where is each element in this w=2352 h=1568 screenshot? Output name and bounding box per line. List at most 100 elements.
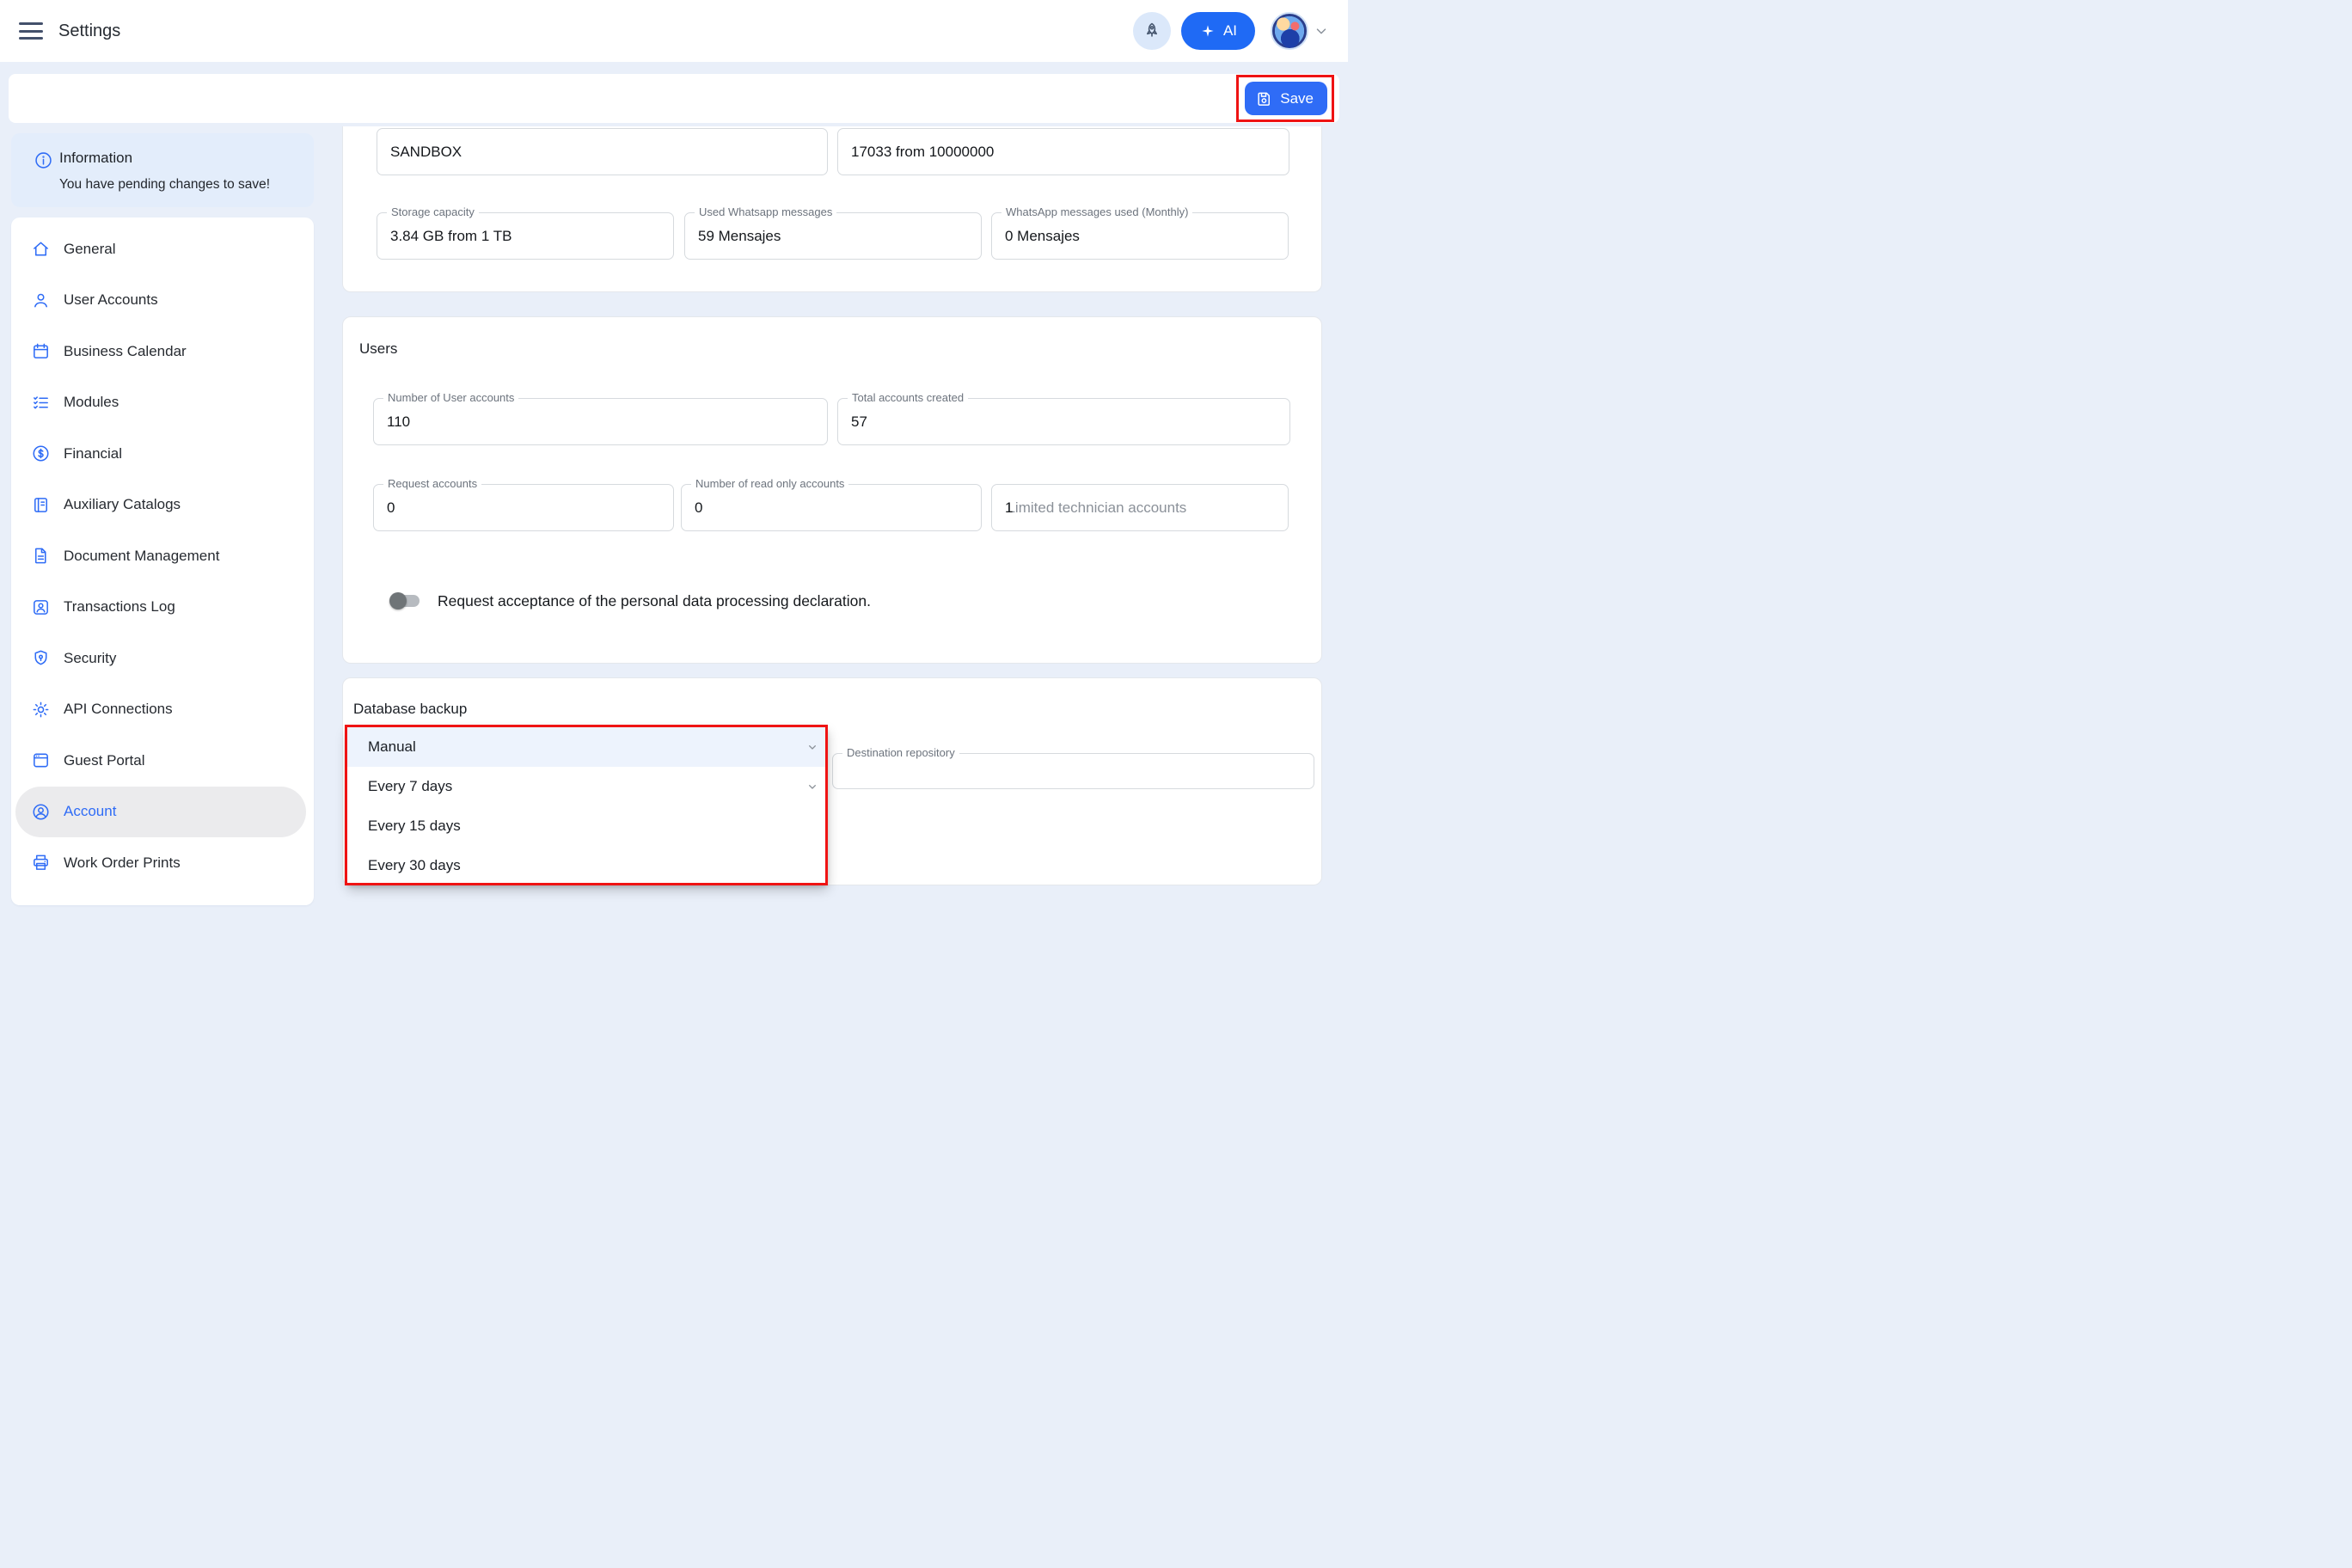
field-value: 57 — [851, 413, 867, 431]
sparkle-icon — [1199, 22, 1216, 40]
dropdown-option-every-15-days[interactable]: Every 15 days — [347, 806, 828, 846]
dropdown-option-every-30-days[interactable]: Every 30 days — [347, 846, 828, 885]
plan-field[interactable]: SANDBOX — [377, 128, 828, 175]
field-label: Request accounts — [383, 477, 481, 490]
field-value: 0 — [695, 499, 702, 517]
sidebar-item-api-connections[interactable]: API Connections — [11, 684, 314, 736]
printer-icon — [31, 853, 51, 873]
sidebar-item-guest-portal[interactable]: Guest Portal — [11, 735, 314, 787]
sidebar-item-label: User Accounts — [64, 291, 158, 309]
info-title: Information — [59, 150, 132, 167]
database-backup-card: Database backup Destination repository M… — [342, 677, 1322, 885]
sidebar-item-label: Transactions Log — [64, 598, 175, 616]
save-button[interactable]: Save — [1245, 82, 1327, 115]
sidebar-item-business-calendar[interactable]: Business Calendar — [11, 326, 314, 377]
whatsapp-used-field[interactable]: Used Whatsapp messages 59 Mensajes — [684, 212, 982, 260]
read-only-accounts-field[interactable]: Number of read only accounts 0 — [681, 484, 982, 531]
rocket-button[interactable] — [1133, 12, 1171, 50]
shield-icon — [31, 648, 51, 668]
option-label: Every 30 days — [368, 857, 461, 874]
toggle-thumb — [389, 592, 407, 609]
save-label: Save — [1280, 90, 1314, 107]
limited-technician-accounts-field[interactable]: 1Limited technician accounts — [991, 484, 1289, 531]
field-label: Storage capacity — [387, 205, 479, 218]
transactions-icon — [31, 597, 51, 617]
sidebar-item-user-accounts[interactable]: User Accounts — [11, 275, 314, 327]
info-banner: Information You have pending changes to … — [11, 133, 314, 207]
field-label: Number of read only accounts — [691, 477, 848, 490]
option-label: Every 7 days — [368, 778, 452, 795]
storage-capacity-field[interactable]: Storage capacity 3.84 GB from 1 TB — [377, 212, 674, 260]
dollar-icon — [31, 444, 51, 463]
field-label: Number of User accounts — [383, 391, 518, 404]
field-label: Destination repository — [842, 746, 959, 759]
field-value: 59 Mensajes — [698, 228, 781, 245]
field-inline-label: Limited technician accounts — [1007, 499, 1186, 516]
data-processing-toggle[interactable] — [389, 591, 421, 610]
select-caret-icon — [805, 780, 819, 793]
sidebar-item-label: Work Order Prints — [64, 854, 181, 872]
sidebar-item-general[interactable]: General — [11, 224, 314, 275]
sidebar-item-label: General — [64, 241, 115, 258]
toggle-label: Request acceptance of the personal data … — [438, 592, 871, 610]
field-label: Total accounts created — [848, 391, 968, 404]
contracts-field[interactable]: 17033 from 10000000 — [837, 128, 1289, 175]
checklist-icon — [31, 393, 51, 413]
plan-value: SANDBOX — [390, 144, 462, 161]
sidebar-item-label: Account — [64, 803, 116, 820]
book-icon — [31, 495, 51, 515]
request-accounts-field[interactable]: Request accounts 0 — [373, 484, 674, 531]
option-label: Every 15 days — [368, 818, 461, 835]
sidebar-item-modules[interactable]: Modules — [11, 377, 314, 429]
sidebar-item-transactions-log[interactable]: Transactions Log — [11, 582, 314, 634]
sidebar-item-label: Financial — [64, 445, 122, 462]
home-icon — [31, 239, 51, 259]
chevron-down-icon[interactable] — [1314, 23, 1329, 39]
gear-icon — [31, 700, 51, 720]
save-icon — [1255, 90, 1272, 107]
sidebar-item-label: Security — [64, 650, 116, 667]
dropdown-option-every-7-days[interactable]: Every 7 days — [347, 767, 828, 806]
select-caret-icon — [805, 740, 819, 754]
rocket-icon — [1142, 21, 1162, 41]
menu-icon[interactable] — [19, 22, 43, 40]
field-value: 3.84 GB from 1 TB — [390, 228, 511, 245]
actions-toolbar: Save — [9, 74, 1339, 123]
dropdown-option-manual[interactable]: Manual — [347, 727, 828, 767]
field-value: 0 — [387, 499, 395, 517]
sidebar-item-auxiliary-catalogs[interactable]: Auxiliary Catalogs — [11, 480, 314, 531]
info-message: You have pending changes to save! — [59, 177, 270, 193]
ai-label: AI — [1223, 22, 1237, 40]
sidebar-item-label: Modules — [64, 394, 119, 411]
sidebar-item-label: API Connections — [64, 701, 173, 718]
sidebar-item-label: Guest Portal — [64, 752, 145, 769]
users-title: Users — [359, 340, 397, 358]
field-value: 110 — [387, 413, 410, 431]
whatsapp-monthly-field[interactable]: WhatsApp messages used (Monthly) 0 Mensa… — [991, 212, 1289, 260]
app-header: Settings AI — [0, 0, 1348, 62]
info-icon — [34, 150, 53, 170]
account-plan-card: SANDBOX 17033 from 10000000 Storage capa… — [342, 126, 1322, 292]
sidebar-item-work-order-prints[interactable]: Work Order Prints — [11, 837, 314, 889]
backup-frequency-dropdown: Manual Every 7 days Every 15 days Every … — [347, 727, 828, 885]
account-icon — [31, 802, 51, 822]
total-accounts-created-field[interactable]: Total accounts created 57 — [837, 398, 1290, 445]
field-value: 0 Mensajes — [1005, 228, 1080, 245]
portal-icon — [31, 750, 51, 770]
number-user-accounts-field[interactable]: Number of User accounts 110 — [373, 398, 828, 445]
calendar-icon — [31, 341, 51, 361]
document-icon — [31, 546, 51, 566]
page-title: Settings — [58, 21, 120, 41]
sidebar-item-account[interactable]: Account — [15, 787, 306, 838]
avatar[interactable] — [1271, 12, 1308, 50]
sidebar-item-label: Document Management — [64, 548, 219, 565]
sidebar-item-security[interactable]: Security — [11, 633, 314, 684]
field-label: WhatsApp messages used (Monthly) — [1001, 205, 1192, 218]
users-card: Users Number of User accounts 110 Total … — [342, 316, 1322, 664]
sidebar-item-financial[interactable]: Financial — [11, 428, 314, 480]
destination-repository-field[interactable]: Destination repository — [832, 753, 1314, 789]
field-value: 1 — [1005, 499, 1013, 516]
sidebar-item-label: Auxiliary Catalogs — [64, 496, 181, 513]
sidebar-item-document-management[interactable]: Document Management — [11, 530, 314, 582]
ai-button[interactable]: AI — [1181, 12, 1255, 50]
